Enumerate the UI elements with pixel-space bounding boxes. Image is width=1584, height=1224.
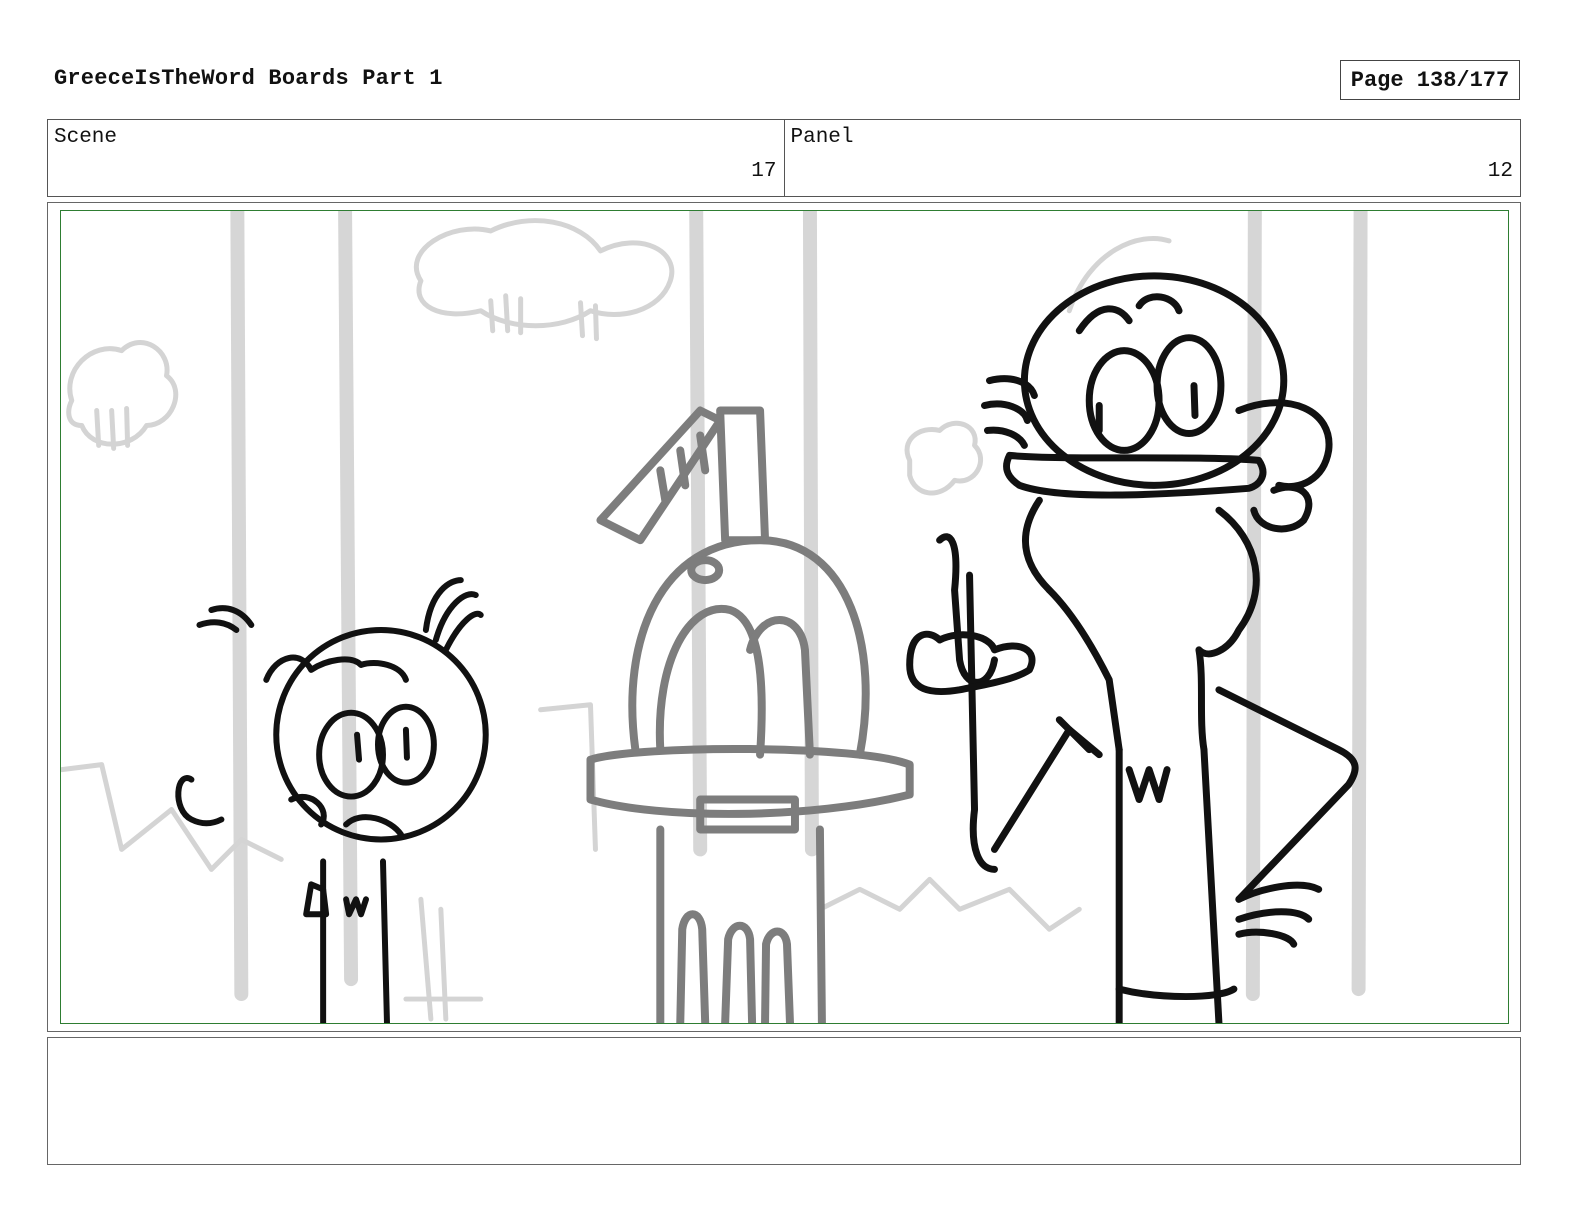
- panel-cell: Panel 12: [783, 120, 1521, 196]
- background-scenery: [61, 218, 1172, 1022]
- storyboard-drawing: [60, 210, 1509, 1024]
- scene-label: Scene: [54, 126, 118, 149]
- storyboard-panel-frame: [47, 202, 1521, 1032]
- notes-box: [47, 1037, 1521, 1165]
- scene-panel-info: Scene 17 Panel 12: [47, 119, 1521, 197]
- page-indicator: Page 138/177: [1340, 60, 1520, 100]
- helmet-on-pedestal: [586, 406, 914, 1023]
- boy-character: [175, 577, 489, 1023]
- background-columns: [230, 211, 1368, 1002]
- panel-number: 12: [1487, 160, 1513, 183]
- document-title: GreeceIsTheWord Boards Part 1: [54, 66, 443, 91]
- scene-number: 17: [751, 160, 777, 183]
- old-man-character: [906, 272, 1359, 1023]
- scene-cell: Scene 17: [48, 120, 784, 196]
- sketch-illustration: [61, 211, 1368, 1023]
- panel-label: Panel: [790, 126, 854, 149]
